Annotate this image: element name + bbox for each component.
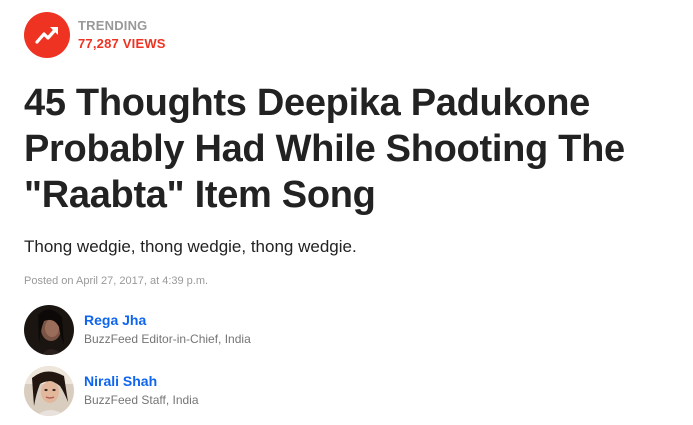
author-byline-rega-jha: Rega Jha BuzzFeed Editor-in-Chief, India bbox=[24, 305, 251, 355]
author-info: Nirali Shah BuzzFeed Staff, India bbox=[84, 372, 199, 410]
article-headline: 45 Thoughts Deepika Padukone Probably Ha… bbox=[24, 82, 625, 216]
trending-badge: TRENDING 77,287 VIEWS bbox=[24, 12, 166, 58]
trending-arrow-icon bbox=[24, 12, 70, 58]
author-title: BuzzFeed Staff, India bbox=[84, 393, 199, 407]
posted-timestamp: Posted on April 27, 2017, at 4:39 p.m. bbox=[24, 275, 209, 287]
author-title: BuzzFeed Editor-in-Chief, India bbox=[84, 332, 251, 346]
trending-text: TRENDING 77,287 VIEWS bbox=[78, 17, 166, 53]
author-byline-nirali-shah: Nirali Shah BuzzFeed Staff, India bbox=[24, 366, 199, 416]
author-info: Rega Jha BuzzFeed Editor-in-Chief, India bbox=[84, 311, 251, 349]
author-name-link[interactable]: Nirali Shah bbox=[84, 372, 199, 391]
article-dek: Thong wedgie, thong wedgie, thong wedgie… bbox=[24, 237, 357, 256]
author-avatar[interactable] bbox=[24, 366, 74, 416]
view-count: 77,287 VIEWS bbox=[78, 36, 166, 51]
author-avatar[interactable] bbox=[24, 305, 74, 355]
trending-label: TRENDING bbox=[78, 18, 148, 33]
author-name-link[interactable]: Rega Jha bbox=[84, 311, 251, 330]
